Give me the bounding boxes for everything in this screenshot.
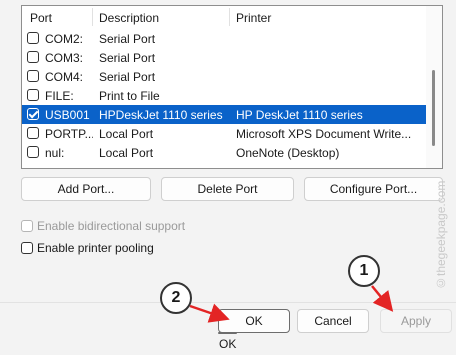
cancel-button[interactable]: Cancel: [297, 309, 369, 333]
port-description: Local Port: [99, 127, 154, 141]
port-checkbox[interactable]: [27, 89, 39, 101]
port-description: Print to File: [99, 89, 160, 103]
port-checkbox[interactable]: [27, 146, 39, 158]
column-header-port[interactable]: Port: [30, 11, 52, 25]
configure-port-button[interactable]: Configure Port...: [304, 177, 443, 201]
port-checkbox[interactable]: [27, 127, 39, 139]
column-header-description[interactable]: Description: [99, 11, 159, 25]
bidirectional-support-label: Enable bidirectional support: [37, 219, 186, 233]
annotation-badge-1: 1: [348, 255, 380, 287]
port-row[interactable]: PORTP... Local Port Microsoft XPS Docume…: [22, 124, 426, 143]
annotation-badge-2: 2: [160, 282, 192, 314]
port-name: COM2:: [45, 32, 84, 46]
scrollbar-thumb[interactable]: [432, 70, 435, 146]
port-name: COM4:: [45, 70, 84, 84]
footer-divider: [0, 302, 456, 303]
port-row[interactable]: FILE: Print to File: [22, 86, 426, 105]
port-printer: OneNote (Desktop): [236, 146, 340, 160]
port-description: Serial Port: [99, 51, 156, 65]
port-description: Local Port: [99, 146, 154, 160]
checkbox-box[interactable]: [21, 242, 33, 254]
port-name: FILE:: [45, 89, 74, 103]
port-printer: Microsoft XPS Document Write...: [236, 127, 412, 141]
port-row[interactable]: COM2: Serial Port: [22, 29, 426, 48]
port-list[interactable]: Port Description Printer COM2: Serial Po…: [21, 5, 443, 169]
watermark-text: ©thegeekpage.com: [434, 180, 448, 290]
port-row[interactable]: COM3: Serial Port: [22, 48, 426, 67]
arrow-to-apply-icon: [371, 285, 394, 312]
add-port-button[interactable]: Add Port...: [21, 177, 151, 201]
printer-pooling-checkbox[interactable]: Enable printer pooling: [21, 240, 181, 256]
column-header-printer[interactable]: Printer: [236, 11, 271, 25]
printer-pooling-label: Enable printer pooling: [37, 241, 154, 255]
port-row[interactable]: nul: Local Port OneNote (Desktop): [22, 143, 426, 162]
list-header: Port Description Printer: [22, 6, 442, 28]
bidirectional-support-checkbox[interactable]: Enable bidirectional support: [21, 218, 211, 234]
port-name: USB001: [45, 108, 90, 122]
port-row[interactable]: COM4: Serial Port: [22, 67, 426, 86]
apply-button[interactable]: Apply: [380, 309, 452, 333]
port-description: HPDeskJet 1110 series: [99, 108, 223, 122]
port-checkbox[interactable]: [27, 51, 39, 63]
port-checkbox-checked[interactable]: [27, 108, 39, 120]
port-description: Serial Port: [99, 32, 156, 46]
port-name: COM3:: [45, 51, 84, 65]
checkbox-box[interactable]: [21, 220, 33, 232]
port-checkbox[interactable]: [27, 70, 39, 82]
ok-button[interactable]: OK: [218, 309, 290, 333]
port-name: PORTP...: [45, 127, 93, 141]
port-printer: HP DeskJet 1110 series: [236, 108, 363, 122]
port-row-selected[interactable]: USB001 HPDeskJet 1110 series HP DeskJet …: [22, 105, 426, 124]
port-name: nul:: [45, 146, 65, 160]
port-description: Serial Port: [99, 70, 156, 84]
port-checkbox[interactable]: [27, 32, 39, 44]
delete-port-button[interactable]: Delete Port: [161, 177, 294, 201]
